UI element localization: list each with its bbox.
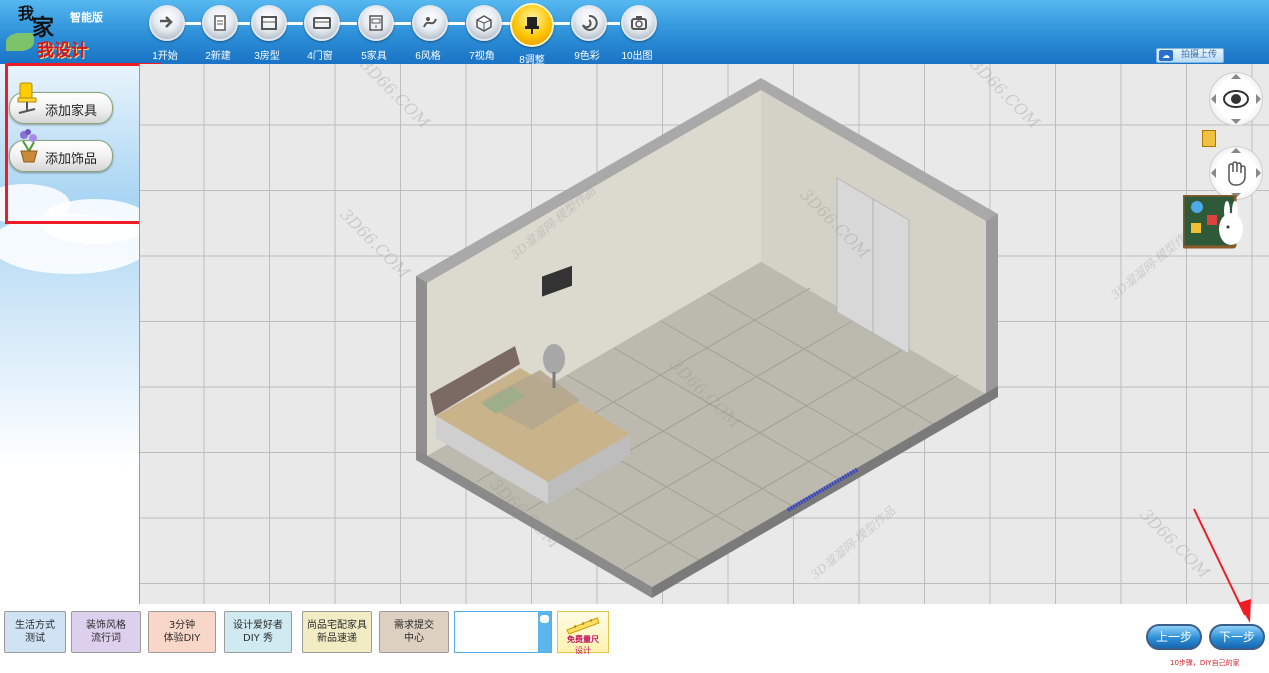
step-5-button[interactable]: 5家具 (349, 5, 399, 62)
eye-icon (1223, 90, 1249, 108)
step-circle (571, 5, 607, 41)
camera-icon (631, 16, 647, 30)
step-label: 10出图 (621, 51, 653, 62)
free-measure-label-2: 设计 (575, 646, 591, 655)
feature-button-5[interactable]: 尚品宅配家具 新品速递 (302, 611, 372, 653)
feature-button-line2: 新品速递 (317, 633, 357, 644)
step-circle (251, 5, 287, 41)
step-label: 1开始 (152, 51, 178, 62)
feature-button-4[interactable]: 设计爱好者 DIY 秀 (224, 611, 292, 653)
arrow-right-icon (160, 16, 173, 28)
next-step-button[interactable]: 下一步 (1209, 624, 1265, 650)
step-label: 5家具 (361, 51, 387, 62)
arrow-down-icon[interactable] (1231, 119, 1241, 129)
step-2-button[interactable]: 2新建 (193, 5, 243, 62)
feature-button-line1: 生活方式 (15, 620, 55, 631)
upload-label: 拍摄上传 (1180, 50, 1217, 60)
left-wall-edge (416, 276, 427, 456)
bottom-bar: 生活方式 测试 装饰风格 流行词 3分钟 体验DIY 设计爱好者 DIY 秀尚品宅配家具 新品速… (0, 604, 1269, 673)
steps-hint: 10步骤，DIY自己的家 (1170, 659, 1240, 667)
arrow-up-icon[interactable] (1231, 69, 1241, 79)
message-box[interactable] (454, 611, 552, 653)
previous-step-button[interactable]: 上一步 (1146, 624, 1202, 650)
room-3d-view[interactable] (140, 64, 1269, 604)
step-10-button[interactable]: 10出图 (612, 5, 662, 62)
pan-view-control[interactable] (1209, 146, 1263, 200)
step-9-button[interactable]: 9色彩 (562, 5, 612, 62)
step-label: 9色彩 (574, 51, 600, 62)
step-label: 6风格 (415, 51, 441, 62)
feature-button-line2: DIY 秀 (243, 633, 273, 644)
step-circle (149, 5, 185, 41)
help-chalkboard-icon[interactable] (1183, 195, 1245, 249)
ruler-icon (566, 617, 600, 634)
step-1-button[interactable]: 1开始 (140, 5, 190, 62)
person-icon[interactable] (1202, 130, 1216, 147)
feature-button-line1: 装饰风格 (86, 620, 126, 631)
step-label: 2新建 (205, 51, 231, 62)
step-3-button[interactable]: 3房型 (242, 5, 292, 62)
feature-button-6[interactable]: 需求提交 中心 (379, 611, 449, 653)
step-6-button[interactable]: 6风格 (403, 5, 453, 62)
step-8-button[interactable]: 8调整 (507, 3, 557, 66)
cloud-upload-icon: ☁ (1159, 50, 1173, 61)
cube-view-icon (476, 15, 492, 32)
arrow-right-icon[interactable] (1256, 168, 1266, 178)
logo-leaf-icon (6, 33, 34, 51)
room-layout-icon (261, 16, 277, 30)
chat-bubble-icon (540, 615, 549, 623)
annotation-arrow (1193, 508, 1251, 623)
feature-button-line2: 体验DIY (163, 633, 201, 644)
chair-adjust-icon (525, 17, 539, 34)
feature-button-3[interactable]: 3分钟体验DIY (148, 611, 216, 653)
hand-icon (1228, 161, 1246, 186)
step-label: 7视角 (469, 51, 495, 62)
feature-button-line1: 尚品宅配家具 (307, 620, 367, 631)
step-7-button[interactable]: 7视角 (457, 5, 507, 62)
right-wall-edge (986, 214, 998, 394)
arrow-up-icon[interactable] (1231, 143, 1241, 153)
feature-button-line2: 中心 (404, 633, 424, 644)
step-circle (202, 5, 238, 41)
feature-button-line1: 3分钟 (168, 620, 196, 631)
window-icon (313, 17, 331, 29)
step-circle (412, 5, 448, 41)
furniture-icon (369, 15, 383, 31)
free-measure-button[interactable]: 免费量尺 设计 (557, 611, 609, 655)
free-measure-label-1: 免费量尺 (567, 635, 599, 644)
step-4-button[interactable]: 4门窗 (295, 5, 345, 62)
step-circle (466, 5, 502, 41)
arrow-left-icon[interactable] (1206, 94, 1216, 104)
arrow-right-icon[interactable] (1256, 94, 1266, 104)
app-logo: 我 家 我设计 智能版 (4, 0, 140, 64)
logo-text-3: 我设计 (37, 41, 88, 61)
step-label: 3房型 (254, 51, 280, 62)
feature-button-1[interactable]: 生活方式 测试 (4, 611, 66, 653)
design-canvas[interactable]: 3D66.COM 3D66.COM 3D66.COM 3D66.COM 3D66… (139, 64, 1269, 604)
feature-button-line1: 需求提交 (394, 620, 434, 631)
style-icon (423, 17, 437, 28)
step-circle (621, 5, 657, 41)
feature-button-line1: 设计爱好者 (233, 620, 283, 631)
rotate-view-control[interactable] (1209, 72, 1263, 126)
arrow-left-icon[interactable] (1206, 168, 1216, 178)
upload-button[interactable]: ☁ 拍摄上传 (1156, 48, 1224, 63)
step-circle (304, 5, 340, 41)
color-swirl-icon (582, 14, 598, 31)
edition-label: 智能版 (70, 12, 103, 24)
step-label: 4门窗 (307, 51, 333, 62)
new-page-icon (214, 15, 226, 31)
step-circle (510, 3, 554, 47)
feature-button-line2: 测试 (25, 633, 45, 644)
feature-button-line2: 流行词 (91, 633, 121, 644)
step-circle (358, 5, 394, 41)
feature-button-2[interactable]: 装饰风格 流行词 (71, 611, 141, 653)
top-toolbar: 我 家 我设计 智能版 1开始 2新建 3房型 4门窗 5家具 6风格 7视角 8调整 9色彩 1… (0, 0, 1269, 66)
